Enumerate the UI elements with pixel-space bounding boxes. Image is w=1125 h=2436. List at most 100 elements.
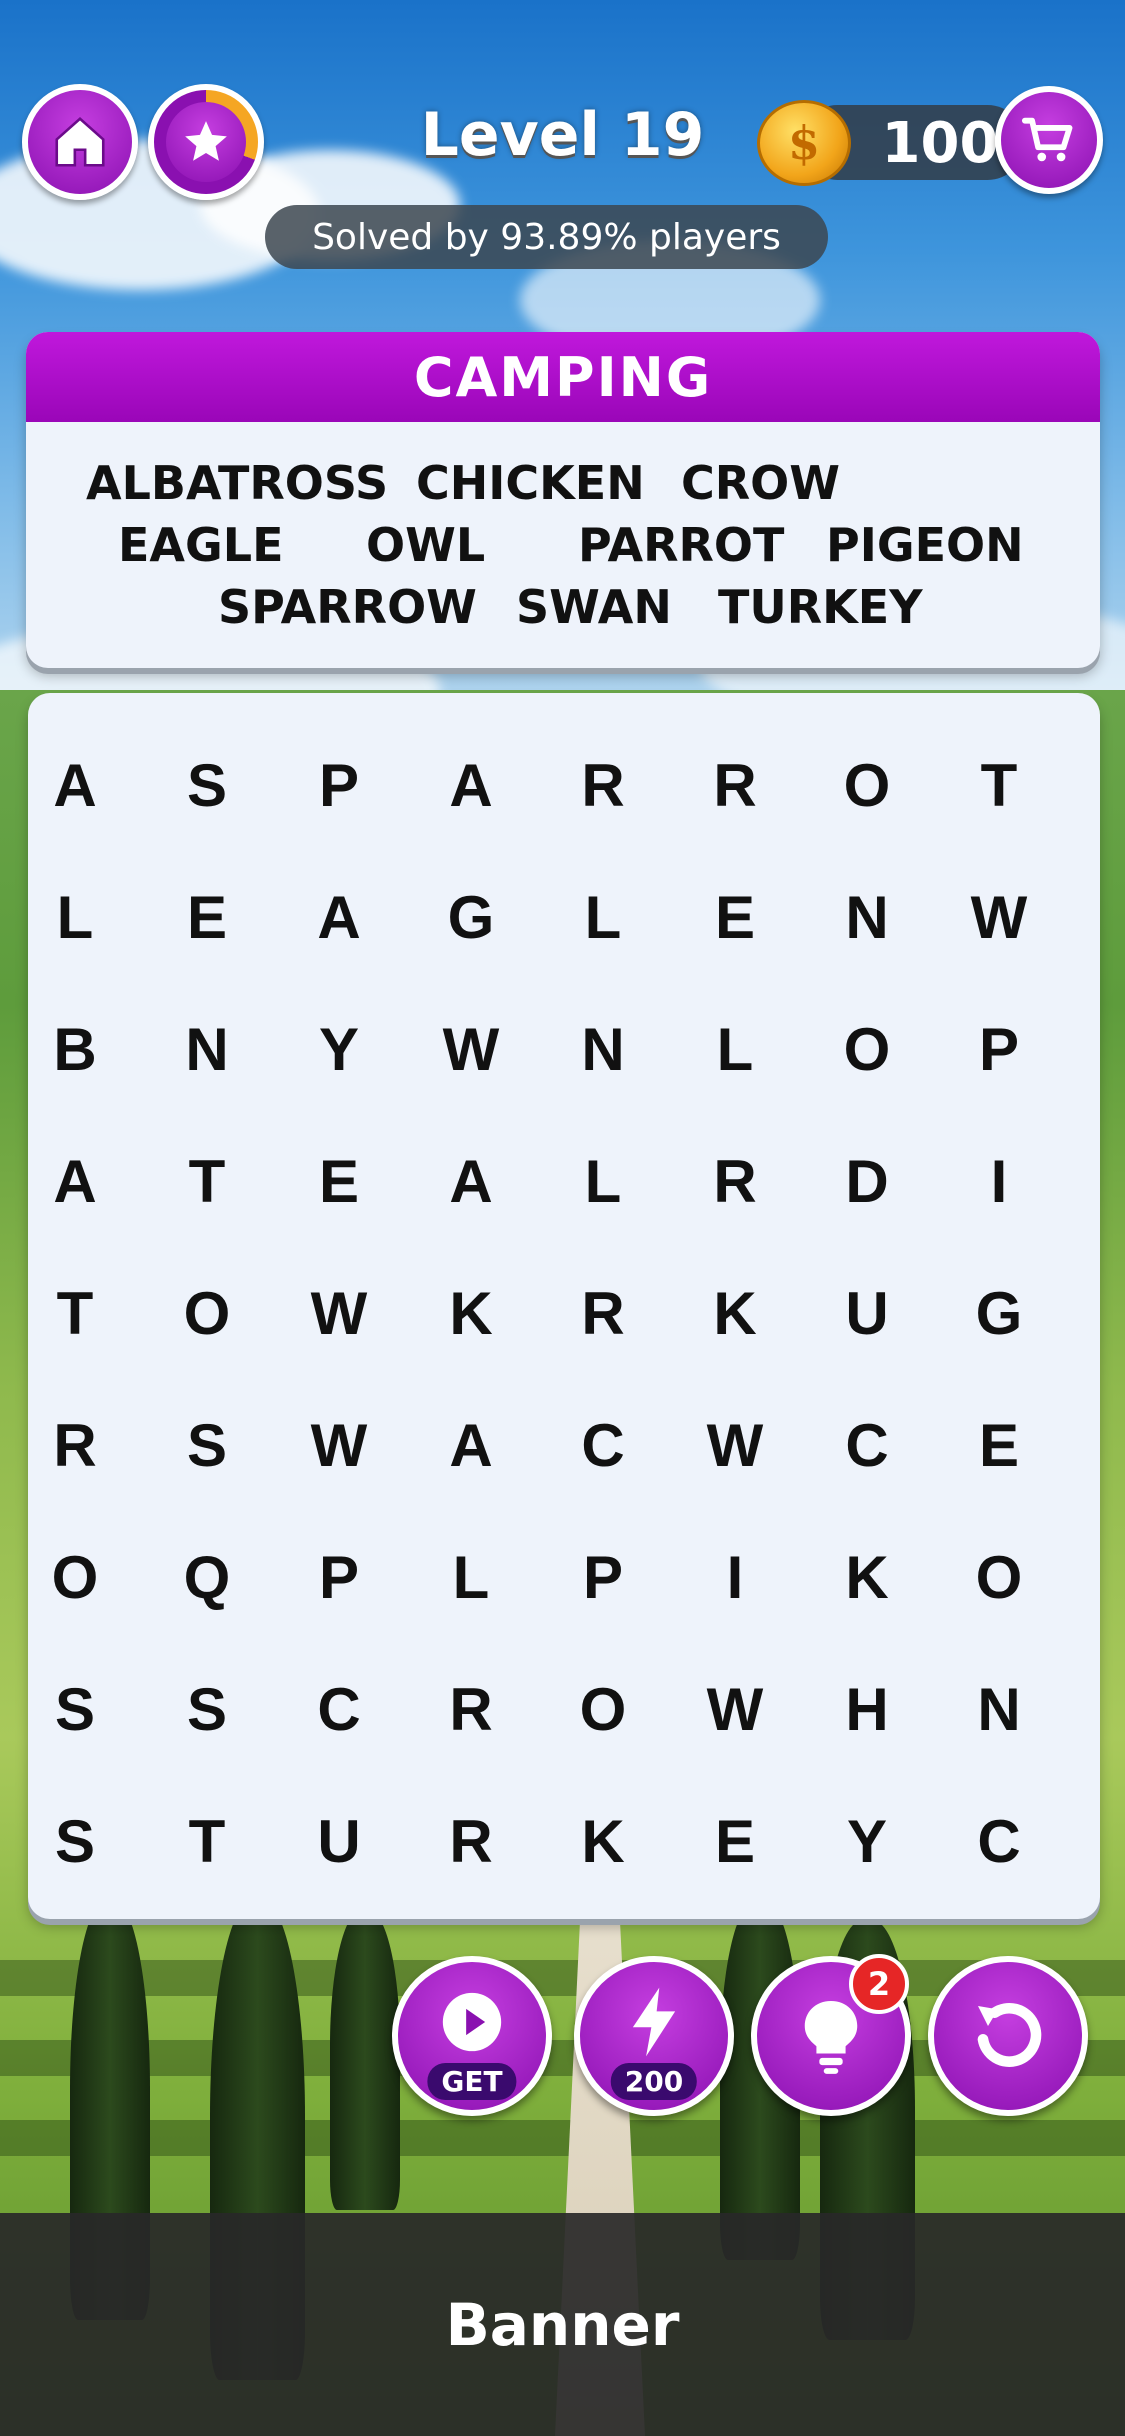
grid-letter[interactable]: W xyxy=(680,1654,790,1764)
grid-letter[interactable]: S xyxy=(152,730,262,840)
grid-letter[interactable]: E xyxy=(152,862,262,972)
grid-letter[interactable]: K xyxy=(548,1786,658,1896)
grid-letter[interactable]: A xyxy=(284,862,394,972)
grid-letter[interactable]: C xyxy=(944,1786,1054,1896)
grid-letter[interactable]: P xyxy=(284,730,394,840)
lightbulb-icon xyxy=(804,2001,858,2074)
field-stripe xyxy=(0,2120,1125,2156)
grid-letter[interactable]: O xyxy=(944,1522,1054,1632)
grid-letter[interactable]: L xyxy=(548,862,658,972)
grid-letter[interactable]: L xyxy=(20,862,130,972)
grid-letter[interactable]: O xyxy=(812,994,922,1104)
grid-letter[interactable]: Y xyxy=(284,994,394,1104)
grid-letter[interactable]: E xyxy=(680,1786,790,1896)
grid-letter[interactable]: Q xyxy=(152,1522,262,1632)
grid-letter[interactable]: O xyxy=(20,1522,130,1632)
grid-letter[interactable]: G xyxy=(416,862,526,972)
hint-count-badge: 2 xyxy=(849,1954,909,2014)
grid-letter[interactable]: A xyxy=(20,1126,130,1236)
grid-letter[interactable]: A xyxy=(20,730,130,840)
grid-letter[interactable]: O xyxy=(812,730,922,840)
cart-icon xyxy=(1021,117,1073,162)
word-item: OWL xyxy=(366,518,486,572)
grid-letter[interactable]: N xyxy=(152,994,262,1104)
get-coins-video-button[interactable]: GET xyxy=(392,1956,552,2116)
word-item: CHICKEN xyxy=(416,456,645,510)
word-item: PARROT xyxy=(578,518,785,572)
grid-letter[interactable]: W xyxy=(944,862,1054,972)
grid-letter[interactable]: U xyxy=(812,1258,922,1368)
grid-letter[interactable]: N xyxy=(548,994,658,1104)
word-item: ALBATROSS xyxy=(86,456,389,510)
word-item: SPARROW xyxy=(218,580,477,634)
achievements-button[interactable] xyxy=(148,84,264,200)
grid-letter[interactable]: W xyxy=(680,1390,790,1500)
grid-letter[interactable]: S xyxy=(20,1654,130,1764)
word-item: TURKEY xyxy=(718,580,923,634)
grid-letter[interactable]: N xyxy=(944,1654,1054,1764)
boost-button[interactable]: 200 xyxy=(574,1956,734,2116)
grid-letter[interactable]: I xyxy=(944,1126,1054,1236)
grid-letter[interactable]: U xyxy=(284,1786,394,1896)
grid-letter[interactable]: K xyxy=(416,1258,526,1368)
letter-grid[interactable]: ASPARROTLEAGLENWBNYWNLOPATEALRDITOWKRKUG… xyxy=(28,693,1100,1919)
grid-letter[interactable]: L xyxy=(416,1522,526,1632)
coin-count: 100 xyxy=(881,110,999,176)
word-item: SWAN xyxy=(516,580,672,634)
grid-letter[interactable]: C xyxy=(548,1390,658,1500)
shop-button[interactable] xyxy=(995,86,1103,194)
grid-letter[interactable]: I xyxy=(680,1522,790,1632)
word-item: PIGEON xyxy=(826,518,1024,572)
grid-letter[interactable]: L xyxy=(548,1126,658,1236)
word-list-panel: CAMPING ALBATROSS CHICKEN CROW EAGLE OWL… xyxy=(26,332,1100,668)
grid-letter[interactable]: C xyxy=(812,1390,922,1500)
grid-letter[interactable]: R xyxy=(548,1258,658,1368)
grid-letter[interactable]: O xyxy=(152,1258,262,1368)
undo-button[interactable] xyxy=(928,1956,1088,2116)
grid-letter[interactable]: E xyxy=(944,1390,1054,1500)
grid-letter[interactable]: S xyxy=(152,1654,262,1764)
grid-letter[interactable]: O xyxy=(548,1654,658,1764)
category-title: CAMPING xyxy=(26,332,1100,422)
grid-letter[interactable]: T xyxy=(20,1258,130,1368)
grid-letter[interactable]: N xyxy=(812,862,922,972)
home-button[interactable] xyxy=(22,84,138,200)
grid-letter[interactable]: W xyxy=(284,1258,394,1368)
grid-letter[interactable]: A xyxy=(416,730,526,840)
grid-letter[interactable]: K xyxy=(680,1258,790,1368)
grid-letter[interactable]: A xyxy=(416,1126,526,1236)
grid-letter[interactable]: P xyxy=(284,1522,394,1632)
home-icon xyxy=(55,117,105,167)
grid-letter[interactable]: P xyxy=(548,1522,658,1632)
grid-letter[interactable]: T xyxy=(152,1126,262,1236)
grid-letter[interactable]: R xyxy=(680,1126,790,1236)
grid-letter[interactable]: T xyxy=(152,1786,262,1896)
grid-letter[interactable]: W xyxy=(416,994,526,1104)
grid-letter[interactable]: S xyxy=(20,1786,130,1896)
grid-letter[interactable]: R xyxy=(416,1786,526,1896)
grid-letter[interactable]: R xyxy=(680,730,790,840)
grid-letter[interactable]: Y xyxy=(812,1786,922,1896)
grid-letter[interactable]: D xyxy=(812,1126,922,1236)
grid-letter[interactable]: T xyxy=(944,730,1054,840)
ad-banner[interactable]: Banner xyxy=(0,2213,1125,2436)
grid-letter[interactable]: K xyxy=(812,1522,922,1632)
grid-letter[interactable]: H xyxy=(812,1654,922,1764)
grid-letter[interactable]: S xyxy=(152,1390,262,1500)
hint-button[interactable]: 2 xyxy=(751,1954,911,2116)
grid-letter[interactable]: R xyxy=(20,1390,130,1500)
coin-icon: $ xyxy=(757,100,851,186)
grid-letter[interactable]: R xyxy=(548,730,658,840)
grid-letter[interactable]: B xyxy=(20,994,130,1104)
grid-letter[interactable]: W xyxy=(284,1390,394,1500)
grid-letter[interactable]: E xyxy=(284,1126,394,1236)
word-item: EAGLE xyxy=(118,518,284,572)
star-badge xyxy=(166,102,246,182)
grid-letter[interactable]: C xyxy=(284,1654,394,1764)
grid-letter[interactable]: G xyxy=(944,1258,1054,1368)
grid-letter[interactable]: A xyxy=(416,1390,526,1500)
grid-letter[interactable]: E xyxy=(680,862,790,972)
grid-letter[interactable]: P xyxy=(944,994,1054,1104)
grid-letter[interactable]: R xyxy=(416,1654,526,1764)
grid-letter[interactable]: L xyxy=(680,994,790,1104)
